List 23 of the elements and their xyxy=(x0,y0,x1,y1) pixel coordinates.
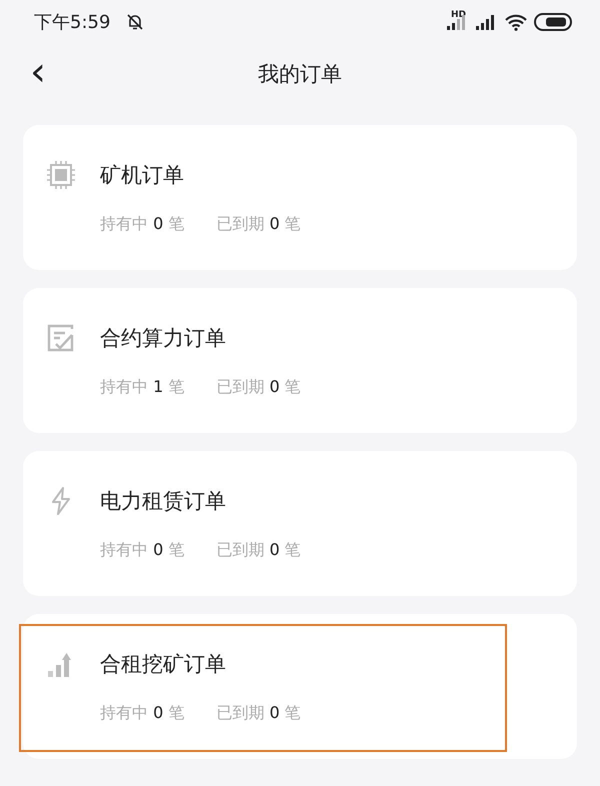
order-card[interactable]: 电力租赁订单 持有中 0 笔 已到期 0 笔 xyxy=(23,451,577,596)
status-time: 下午5:59 xyxy=(34,11,110,34)
muted-bell-icon xyxy=(125,12,146,32)
order-stat: 持有中 0 笔 xyxy=(100,703,184,724)
order-stat: 持有中 0 笔 xyxy=(100,540,184,561)
order-stat: 持有中 1 笔 xyxy=(100,377,184,398)
order-title: 合租挖矿订单 xyxy=(100,651,226,678)
checklist-icon xyxy=(46,323,76,353)
order-title: 合约算力订单 xyxy=(100,325,226,352)
page-title: 我的订单 xyxy=(258,61,342,88)
back-button[interactable]: ‹ xyxy=(24,52,52,92)
battery-icon xyxy=(534,13,572,31)
order-stat: 已到期 0 笔 xyxy=(216,703,301,724)
order-title: 电力租赁订单 xyxy=(100,488,226,515)
order-card[interactable]: 矿机订单 持有中 0 笔 已到期 0 笔 xyxy=(23,125,577,270)
order-title: 矿机订单 xyxy=(100,162,184,189)
wifi-icon xyxy=(505,14,527,30)
order-stat: 持有中 0 笔 xyxy=(100,214,184,235)
chip-icon xyxy=(46,160,76,190)
order-stat: 已到期 0 笔 xyxy=(216,540,301,561)
order-card[interactable]: 合约算力订单 持有中 1 笔 已到期 0 笔 xyxy=(23,288,577,433)
order-stat: 已到期 0 笔 xyxy=(216,377,301,398)
order-stat: 已到期 0 笔 xyxy=(216,214,301,235)
